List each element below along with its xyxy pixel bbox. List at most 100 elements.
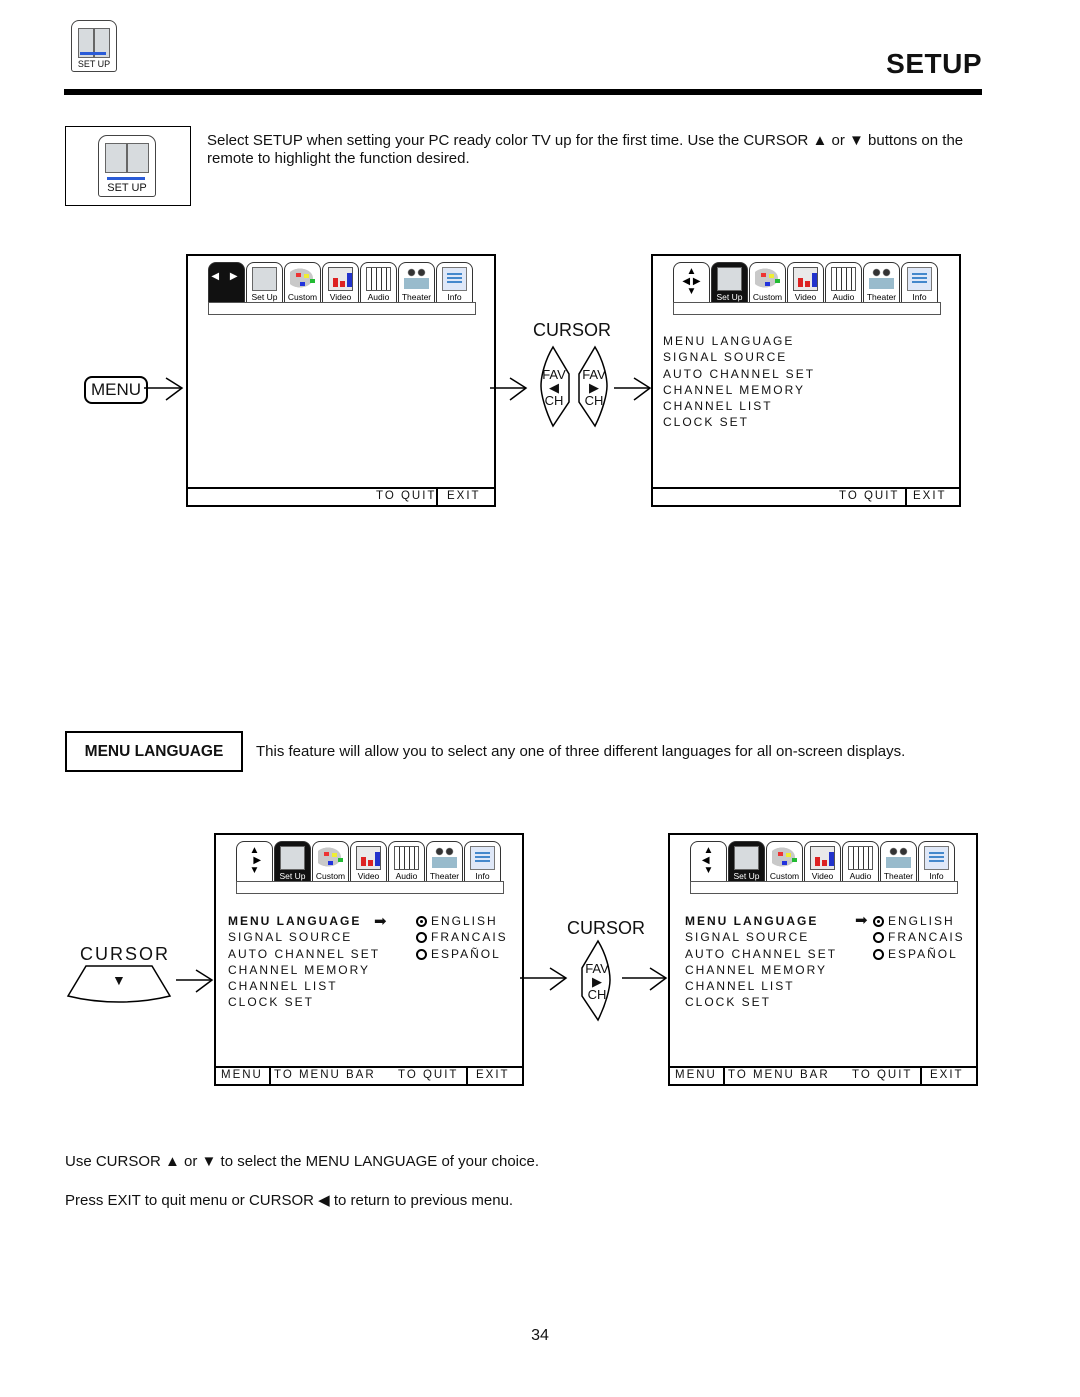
audio-icon xyxy=(394,846,419,870)
tab-custom[interactable]: Custom xyxy=(766,841,803,881)
menu-item[interactable]: AUTO CHANNEL SET xyxy=(228,946,380,962)
arrow-cursor-to-screen2 xyxy=(614,377,652,401)
option-espanol[interactable]: ESPAÑOL xyxy=(416,946,508,962)
menu-item[interactable]: CHANNEL LIST xyxy=(663,398,815,414)
pointer-arrow-icon: ➡ xyxy=(855,912,868,929)
menu-item[interactable]: CHANNEL MEMORY xyxy=(685,962,837,978)
menu-item[interactable]: CLOCK SET xyxy=(685,994,837,1010)
cursor-label: CURSOR xyxy=(533,320,612,340)
option-english[interactable]: ENGLISH xyxy=(416,913,508,929)
tab-setup[interactable]: Set Up xyxy=(274,841,311,881)
radio-icon xyxy=(873,948,884,960)
tab-custom[interactable]: Custom xyxy=(284,262,321,302)
palette-icon xyxy=(318,846,343,868)
menu-tab-bar: ▲ ▶ ▼ Set Up Custom Video Audio Theater I… xyxy=(236,841,501,881)
tab-setup[interactable]: Set Up xyxy=(728,841,765,881)
tab-theater[interactable]: Theater xyxy=(880,841,917,881)
to-menu-bar-label: TO MENU BAR xyxy=(274,1069,376,1081)
tab-info[interactable]: Info xyxy=(436,262,473,302)
theater-icon xyxy=(886,846,911,868)
tv-screen-language-menu: ▲ ▶ ▼ Set Up Custom Video Audio Theater I… xyxy=(214,833,524,1086)
exit-label[interactable]: EXIT xyxy=(447,490,481,502)
menu-item-selected[interactable]: MENU LANGUAGE xyxy=(685,913,837,929)
tab-setup[interactable]: Set Up xyxy=(711,262,748,302)
tab-audio[interactable]: Audio xyxy=(842,841,879,881)
header-divider xyxy=(64,89,982,95)
tv-screen-menu-bar: ◀ ▶ Set Up Custom Video Audio Theater In… xyxy=(186,254,496,507)
menu-label[interactable]: MENU xyxy=(221,1069,263,1081)
menu-item[interactable]: CHANNEL LIST xyxy=(685,978,837,994)
tab-info[interactable]: Info xyxy=(901,262,938,302)
option-francais[interactable]: FRANCAIS xyxy=(873,929,965,945)
tab-setup[interactable]: Set Up xyxy=(246,262,283,302)
tab-video[interactable]: Video xyxy=(322,262,359,302)
setup-header-icon: SET UP xyxy=(71,20,117,72)
menu-item[interactable]: SIGNAL SOURCE xyxy=(663,349,815,365)
arrow-cursor-to-screen3 xyxy=(176,969,214,993)
option-english[interactable]: ENGLISH xyxy=(873,913,965,929)
pointer-arrow-icon: ➡ xyxy=(374,913,387,930)
tab-video[interactable]: Video xyxy=(804,841,841,881)
fav-ch-right-button[interactable]: FAV ▶ CH xyxy=(580,368,608,407)
tab-video[interactable]: Video xyxy=(787,262,824,302)
tab-nav[interactable]: ◀ ▶ xyxy=(208,262,245,302)
tab-audio[interactable]: Audio xyxy=(360,262,397,302)
tab-video[interactable]: Video xyxy=(350,841,387,881)
section-description: This feature will allow you to select an… xyxy=(256,743,906,760)
page-number: 34 xyxy=(531,1327,549,1344)
down-arrow-icon: ▼ xyxy=(112,972,126,988)
tab-nav[interactable]: ▲ ▶ ▼ xyxy=(236,841,273,881)
tab-custom[interactable]: Custom xyxy=(749,262,786,302)
menu-item[interactable]: CLOCK SET xyxy=(663,414,815,430)
four-way-arrows-icon: ▲ ▶ ▼ xyxy=(247,845,262,876)
tab-custom[interactable]: Custom xyxy=(312,841,349,881)
menu-item[interactable]: CHANNEL MEMORY xyxy=(228,962,380,978)
menu-item[interactable]: SIGNAL SOURCE xyxy=(685,929,837,945)
fav-ch-left-button[interactable]: FAV ◀ CH xyxy=(540,368,568,407)
menu-item[interactable]: CHANNEL MEMORY xyxy=(663,382,815,398)
tab-info[interactable]: Info xyxy=(464,841,501,881)
setup-icon xyxy=(717,267,742,291)
to-quit-label: TO QUIT xyxy=(839,490,900,502)
tab-theater[interactable]: Theater xyxy=(398,262,435,302)
tab-audio[interactable]: Audio xyxy=(388,841,425,881)
menu-item[interactable]: CLOCK SET xyxy=(228,994,380,1010)
tab-nav[interactable]: ▲ ◀ ▶ ▼ xyxy=(673,262,710,302)
video-icon xyxy=(356,846,381,870)
tab-nav[interactable]: ▲ ◀ ▼ xyxy=(690,841,727,881)
tab-audio[interactable]: Audio xyxy=(825,262,862,302)
language-options: ENGLISH FRANCAIS ESPAÑOL xyxy=(416,913,508,962)
radio-selected-icon xyxy=(416,916,427,927)
video-icon xyxy=(328,267,353,291)
menu-label[interactable]: MENU xyxy=(675,1069,717,1081)
setup-header-icon-label: SET UP xyxy=(77,59,111,69)
menu-item[interactable]: SIGNAL SOURCE xyxy=(228,929,380,945)
menu-button[interactable]: MENU xyxy=(84,376,148,404)
fav-ch-right-button[interactable]: FAV ▶ CH xyxy=(583,962,611,1001)
exit-label[interactable]: EXIT xyxy=(476,1069,510,1081)
option-espanol[interactable]: ESPAÑOL xyxy=(873,946,965,962)
menu-tab-bar: ▲ ◀ ▶ ▼ Set Up Custom Video Audio Theater … xyxy=(673,262,938,302)
arrow-menu-to-screen xyxy=(144,377,184,401)
menu-item[interactable]: AUTO CHANNEL SET xyxy=(663,366,815,382)
instruction-exit: Press EXIT to quit menu or CURSOR ◀ to r… xyxy=(65,1192,514,1209)
exit-label[interactable]: EXIT xyxy=(913,490,947,502)
left-right-arrows-icon: ◀ ▶ xyxy=(211,271,242,282)
tab-info[interactable]: Info xyxy=(918,841,955,881)
tab-bar-strip xyxy=(673,302,941,315)
menu-item[interactable]: CHANNEL LIST xyxy=(228,978,380,994)
exit-label[interactable]: EXIT xyxy=(930,1069,964,1081)
palette-icon xyxy=(772,846,797,868)
to-quit-label: TO QUIT xyxy=(398,1069,459,1081)
four-way-arrows-icon: ▲ ◀ ▼ xyxy=(701,845,716,876)
to-quit-label: TO QUIT xyxy=(852,1069,913,1081)
tv-screen-language-options: ▲ ◀ ▼ Set Up Custom Video Audio Theater I… xyxy=(668,833,978,1086)
radio-icon xyxy=(416,932,427,944)
menu-item[interactable]: MENU LANGUAGE xyxy=(663,333,815,349)
menu-item-selected[interactable]: MENU LANGUAGE xyxy=(228,913,380,929)
option-francais[interactable]: FRANCAIS xyxy=(416,929,508,945)
menu-item[interactable]: AUTO CHANNEL SET xyxy=(685,946,837,962)
tab-theater[interactable]: Theater xyxy=(426,841,463,881)
radio-selected-icon xyxy=(873,916,884,927)
tab-theater[interactable]: Theater xyxy=(863,262,900,302)
